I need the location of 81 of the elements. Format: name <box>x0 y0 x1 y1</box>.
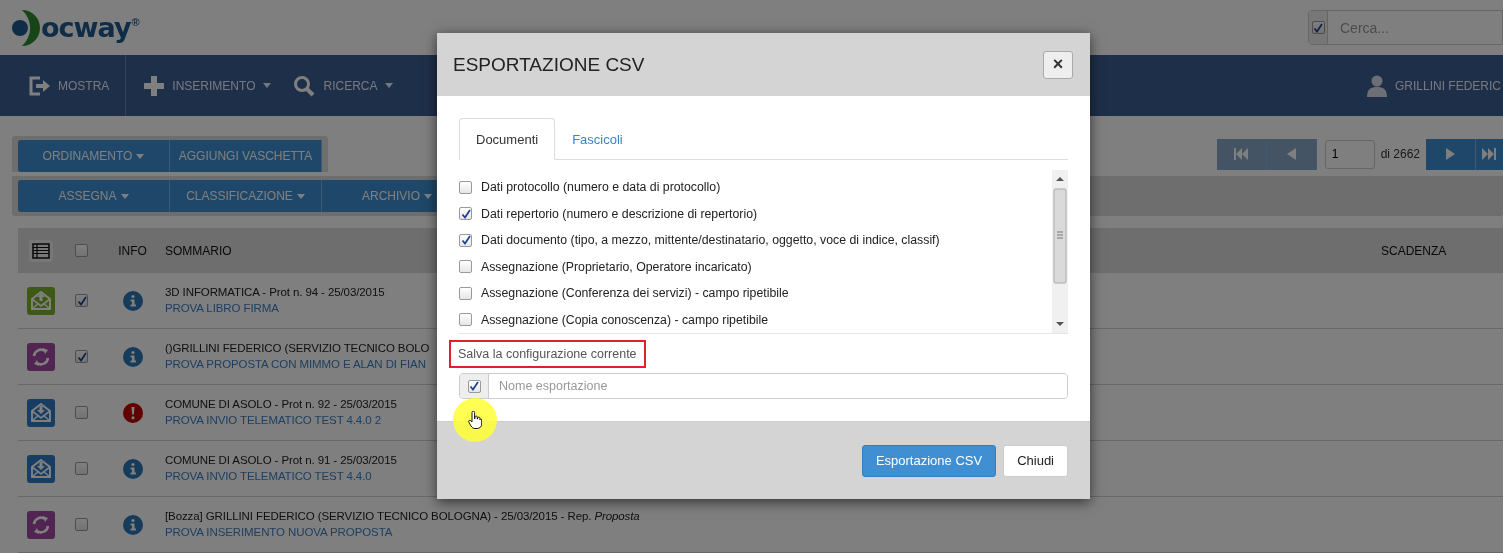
checkbox[interactable] <box>75 294 88 307</box>
envelope-upload-icon <box>27 286 55 315</box>
first-page-icon <box>1234 148 1249 160</box>
user-icon <box>1366 74 1387 97</box>
column-header: INFO <box>118 243 147 258</box>
search-icon <box>293 74 316 97</box>
tab[interactable]: Documenti <box>459 118 556 160</box>
save-config-label: Salva la configurazione corrente <box>449 340 646 368</box>
option-label: Assegnazione (Conferenza dei servizi) - campo ripetibile <box>481 286 789 301</box>
toolbar-button[interactable]: CLASSIFICAZIONE <box>170 180 322 212</box>
check-icon <box>469 381 479 391</box>
next-icon <box>1446 148 1455 160</box>
scrollbar[interactable] <box>1052 170 1068 333</box>
checkbox[interactable] <box>459 286 472 300</box>
checkbox[interactable] <box>75 244 88 257</box>
checkbox[interactable] <box>459 233 472 247</box>
export-button[interactable]: Esportazione CSV <box>861 444 997 477</box>
cycle-arrows-icon <box>27 510 55 539</box>
checkbox[interactable] <box>1311 21 1325 34</box>
checkbox[interactable] <box>75 350 88 363</box>
cycle-arrows-icon <box>27 342 55 371</box>
registered-mark: ® <box>131 15 140 28</box>
document-title-link[interactable]: PROVA INVIO TELEMATICO TEST 4.4.0 <box>165 469 397 482</box>
hand-pointer-icon <box>468 411 482 429</box>
exit-icon <box>28 75 50 96</box>
previous-page-button[interactable] <box>1266 138 1317 170</box>
dialog-title: ESPORTAZIONE CSV <box>453 53 645 76</box>
envelope-download-icon <box>27 454 55 483</box>
document-summary: COMUNE DI ASOLO - Prot n. 91 - 25/03/2015 <box>165 453 397 466</box>
tab[interactable]: Fascicoli <box>555 118 640 160</box>
check-icon <box>76 295 87 306</box>
document-summary: ()GRILLINI FEDERICO (SERVIZIO TECNICO BOLO <box>165 341 430 354</box>
checkbox[interactable] <box>75 406 88 419</box>
option-label: Assegnazione (Proprietario, Operatore incaricato) <box>481 259 752 274</box>
check-icon <box>460 208 471 219</box>
logo-text: ocway <box>41 12 131 43</box>
document-title-link[interactable]: PROVA LIBRO FIRMA <box>165 301 385 314</box>
option-label: Assegnazione (Copia conoscenza) - campo ripetibile <box>481 312 769 327</box>
toolbar-button[interactable]: ASSEGNA <box>18 180 170 212</box>
toolbar-button[interactable]: AGGIUNGI VASCHETTA <box>170 140 322 172</box>
toolbar-button[interactable]: ARCHIVIO <box>322 180 437 212</box>
column-header: SCADENZA <box>1381 243 1447 258</box>
document-title-link[interactable]: PROVA INSERIMENTO NUOVA PROPOSTA <box>165 525 640 538</box>
document-title-link[interactable]: PROVA PROPOSTA CON MIMMO E ALAN DI FIAN <box>165 357 430 370</box>
check-icon <box>460 235 471 246</box>
checkbox[interactable] <box>459 260 472 274</box>
checkbox[interactable] <box>459 180 472 194</box>
checkbox[interactable] <box>75 462 88 475</box>
option-label: Dati protocollo (numero e data di protocollo) <box>481 180 721 195</box>
last-page-button[interactable] <box>1476 138 1503 170</box>
page-total: di 2662 <box>1380 147 1420 161</box>
option-label: Dati documento (tipo, a mezzo, mittente/destinatario, oggetto, voce di indice, classif) <box>481 233 940 248</box>
check-icon <box>1313 22 1323 33</box>
checkbox[interactable] <box>459 313 472 327</box>
document-summary: 3D INFORMATICA - Prot n. 94 - 25/03/2015 <box>165 285 385 298</box>
close-button[interactable]: × <box>1043 50 1073 79</box>
close-dialog-button[interactable]: Chiudi <box>1003 444 1068 477</box>
table-icon <box>32 242 50 259</box>
check-icon <box>76 351 87 362</box>
column-header: SOMMARIO <box>165 243 232 258</box>
nav-menu-item[interactable]: RICERCA <box>275 55 398 116</box>
next-page-button[interactable] <box>1426 138 1476 170</box>
user-name[interactable]: GRILLINI FEDERIC <box>1394 78 1501 93</box>
page-number-field[interactable]: 1 <box>1324 139 1375 169</box>
last-page-icon <box>1482 148 1496 160</box>
logo-icon <box>12 9 40 46</box>
nav-menu-item[interactable]: MOSTRA <box>0 55 127 116</box>
document-summary: [Bozza] GRILLINI FEDERICO (SERVIZIO TECNICO BOLOGNA) - 25/03/2015 - Rep. Proposta <box>165 509 640 522</box>
nav-menu-item[interactable]: INSERIMENTO <box>126 55 276 116</box>
toolbar-button[interactable]: ORDINAMENTO <box>18 140 170 172</box>
document-title-link[interactable]: PROVA INVIO TELEMATICO TEST 4.4.0 2 <box>165 413 397 426</box>
column-settings-button[interactable] <box>29 239 53 262</box>
first-page-button[interactable] <box>1216 138 1267 170</box>
envelope-download-icon <box>27 398 55 427</box>
document-summary: COMUNE DI ASOLO - Prot n. 92 - 25/03/2015 <box>165 397 397 410</box>
option-label: Dati repertorio (numero e descrizione di repertorio) <box>481 206 758 221</box>
checkbox[interactable] <box>467 379 481 393</box>
checkbox[interactable] <box>459 207 472 221</box>
plus-icon <box>144 75 165 96</box>
checkbox[interactable] <box>75 518 88 531</box>
previous-icon <box>1286 148 1296 160</box>
